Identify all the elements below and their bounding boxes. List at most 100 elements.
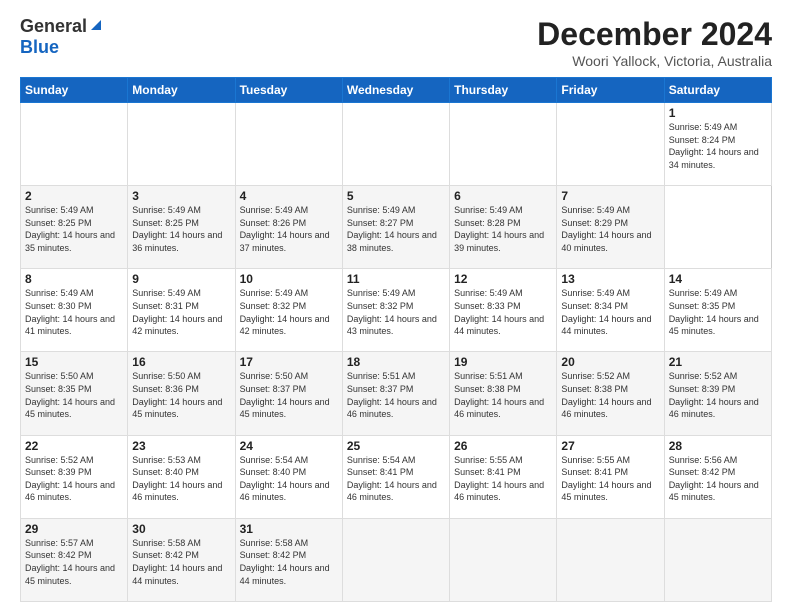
day-number: 3 (132, 189, 230, 203)
cell-info: Sunrise: 5:57 AMSunset: 8:42 PMDaylight:… (25, 537, 123, 587)
calendar-cell: 31Sunrise: 5:58 AMSunset: 8:42 PMDayligh… (235, 518, 342, 601)
calendar-cell: 12Sunrise: 5:49 AMSunset: 8:33 PMDayligh… (450, 269, 557, 352)
calendar-cell (128, 103, 235, 186)
calendar-week-0: 1Sunrise: 5:49 AMSunset: 8:24 PMDaylight… (21, 103, 772, 186)
calendar-cell (342, 103, 449, 186)
calendar-table: SundayMondayTuesdayWednesdayThursdayFrid… (20, 77, 772, 602)
calendar-cell: 17Sunrise: 5:50 AMSunset: 8:37 PMDayligh… (235, 352, 342, 435)
calendar-cell: 6Sunrise: 5:49 AMSunset: 8:28 PMDaylight… (450, 186, 557, 269)
day-number: 22 (25, 439, 123, 453)
day-number: 13 (561, 272, 659, 286)
calendar-cell: 4Sunrise: 5:49 AMSunset: 8:26 PMDaylight… (235, 186, 342, 269)
calendar-cell: 29Sunrise: 5:57 AMSunset: 8:42 PMDayligh… (21, 518, 128, 601)
calendar-cell: 16Sunrise: 5:50 AMSunset: 8:36 PMDayligh… (128, 352, 235, 435)
logo: General Blue (20, 16, 103, 58)
day-number: 15 (25, 355, 123, 369)
calendar-cell: 13Sunrise: 5:49 AMSunset: 8:34 PMDayligh… (557, 269, 664, 352)
calendar-cell (557, 103, 664, 186)
day-number: 14 (669, 272, 767, 286)
calendar-cell: 19Sunrise: 5:51 AMSunset: 8:38 PMDayligh… (450, 352, 557, 435)
day-number: 31 (240, 522, 338, 536)
day-number: 5 (347, 189, 445, 203)
day-number: 25 (347, 439, 445, 453)
calendar-cell: 24Sunrise: 5:54 AMSunset: 8:40 PMDayligh… (235, 435, 342, 518)
day-number: 21 (669, 355, 767, 369)
day-number: 1 (669, 106, 767, 120)
calendar-cell (450, 518, 557, 601)
cell-info: Sunrise: 5:56 AMSunset: 8:42 PMDaylight:… (669, 454, 767, 504)
calendar-cell: 11Sunrise: 5:49 AMSunset: 8:32 PMDayligh… (342, 269, 449, 352)
cell-info: Sunrise: 5:50 AMSunset: 8:36 PMDaylight:… (132, 370, 230, 420)
calendar-cell (342, 518, 449, 601)
calendar-cell (235, 103, 342, 186)
day-number: 18 (347, 355, 445, 369)
cell-info: Sunrise: 5:58 AMSunset: 8:42 PMDaylight:… (132, 537, 230, 587)
calendar-cell: 3Sunrise: 5:49 AMSunset: 8:25 PMDaylight… (128, 186, 235, 269)
cell-info: Sunrise: 5:49 AMSunset: 8:35 PMDaylight:… (669, 287, 767, 337)
col-header-wednesday: Wednesday (342, 78, 449, 103)
col-header-saturday: Saturday (664, 78, 771, 103)
cell-info: Sunrise: 5:50 AMSunset: 8:35 PMDaylight:… (25, 370, 123, 420)
page-header: General Blue December 2024 Woori Yallock… (20, 16, 772, 69)
calendar-cell: 23Sunrise: 5:53 AMSunset: 8:40 PMDayligh… (128, 435, 235, 518)
day-number: 28 (669, 439, 767, 453)
cell-info: Sunrise: 5:51 AMSunset: 8:37 PMDaylight:… (347, 370, 445, 420)
calendar-cell: 10Sunrise: 5:49 AMSunset: 8:32 PMDayligh… (235, 269, 342, 352)
calendar-week-4: 22Sunrise: 5:52 AMSunset: 8:39 PMDayligh… (21, 435, 772, 518)
day-number: 24 (240, 439, 338, 453)
title-area: December 2024 Woori Yallock, Victoria, A… (537, 16, 772, 69)
cell-info: Sunrise: 5:49 AMSunset: 8:32 PMDaylight:… (347, 287, 445, 337)
calendar-cell: 20Sunrise: 5:52 AMSunset: 8:38 PMDayligh… (557, 352, 664, 435)
col-header-friday: Friday (557, 78, 664, 103)
day-number: 30 (132, 522, 230, 536)
cell-info: Sunrise: 5:49 AMSunset: 8:28 PMDaylight:… (454, 204, 552, 254)
calendar-cell: 7Sunrise: 5:49 AMSunset: 8:29 PMDaylight… (557, 186, 664, 269)
day-number: 19 (454, 355, 552, 369)
day-number: 26 (454, 439, 552, 453)
cell-info: Sunrise: 5:52 AMSunset: 8:39 PMDaylight:… (669, 370, 767, 420)
cell-info: Sunrise: 5:49 AMSunset: 8:30 PMDaylight:… (25, 287, 123, 337)
calendar-cell: 30Sunrise: 5:58 AMSunset: 8:42 PMDayligh… (128, 518, 235, 601)
cell-info: Sunrise: 5:49 AMSunset: 8:26 PMDaylight:… (240, 204, 338, 254)
cell-info: Sunrise: 5:49 AMSunset: 8:24 PMDaylight:… (669, 121, 767, 171)
calendar-cell: 1Sunrise: 5:49 AMSunset: 8:24 PMDaylight… (664, 103, 771, 186)
calendar-cell: 21Sunrise: 5:52 AMSunset: 8:39 PMDayligh… (664, 352, 771, 435)
calendar-cell: 26Sunrise: 5:55 AMSunset: 8:41 PMDayligh… (450, 435, 557, 518)
calendar-cell: 5Sunrise: 5:49 AMSunset: 8:27 PMDaylight… (342, 186, 449, 269)
cell-info: Sunrise: 5:51 AMSunset: 8:38 PMDaylight:… (454, 370, 552, 420)
calendar-header-row: SundayMondayTuesdayWednesdayThursdayFrid… (21, 78, 772, 103)
calendar-cell (664, 518, 771, 601)
day-number: 20 (561, 355, 659, 369)
day-number: 6 (454, 189, 552, 203)
month-title: December 2024 (537, 16, 772, 53)
cell-info: Sunrise: 5:58 AMSunset: 8:42 PMDaylight:… (240, 537, 338, 587)
calendar-cell: 2Sunrise: 5:49 AMSunset: 8:25 PMDaylight… (21, 186, 128, 269)
logo-blue: Blue (20, 37, 59, 58)
calendar-cell: 8Sunrise: 5:49 AMSunset: 8:30 PMDaylight… (21, 269, 128, 352)
logo-arrow-icon (89, 18, 103, 37)
cell-info: Sunrise: 5:49 AMSunset: 8:34 PMDaylight:… (561, 287, 659, 337)
cell-info: Sunrise: 5:49 AMSunset: 8:25 PMDaylight:… (25, 204, 123, 254)
day-number: 29 (25, 522, 123, 536)
calendar-cell: 22Sunrise: 5:52 AMSunset: 8:39 PMDayligh… (21, 435, 128, 518)
cell-info: Sunrise: 5:49 AMSunset: 8:31 PMDaylight:… (132, 287, 230, 337)
cell-info: Sunrise: 5:49 AMSunset: 8:25 PMDaylight:… (132, 204, 230, 254)
calendar-cell: 25Sunrise: 5:54 AMSunset: 8:41 PMDayligh… (342, 435, 449, 518)
calendar-cell: 9Sunrise: 5:49 AMSunset: 8:31 PMDaylight… (128, 269, 235, 352)
cell-info: Sunrise: 5:52 AMSunset: 8:39 PMDaylight:… (25, 454, 123, 504)
calendar-week-5: 29Sunrise: 5:57 AMSunset: 8:42 PMDayligh… (21, 518, 772, 601)
cell-info: Sunrise: 5:54 AMSunset: 8:41 PMDaylight:… (347, 454, 445, 504)
day-number: 2 (25, 189, 123, 203)
location: Woori Yallock, Victoria, Australia (537, 53, 772, 69)
day-number: 16 (132, 355, 230, 369)
day-number: 9 (132, 272, 230, 286)
day-number: 11 (347, 272, 445, 286)
day-number: 27 (561, 439, 659, 453)
cell-info: Sunrise: 5:49 AMSunset: 8:32 PMDaylight:… (240, 287, 338, 337)
cell-info: Sunrise: 5:53 AMSunset: 8:40 PMDaylight:… (132, 454, 230, 504)
calendar-cell (450, 103, 557, 186)
col-header-tuesday: Tuesday (235, 78, 342, 103)
calendar-cell: 14Sunrise: 5:49 AMSunset: 8:35 PMDayligh… (664, 269, 771, 352)
cell-info: Sunrise: 5:55 AMSunset: 8:41 PMDaylight:… (454, 454, 552, 504)
cell-info: Sunrise: 5:54 AMSunset: 8:40 PMDaylight:… (240, 454, 338, 504)
